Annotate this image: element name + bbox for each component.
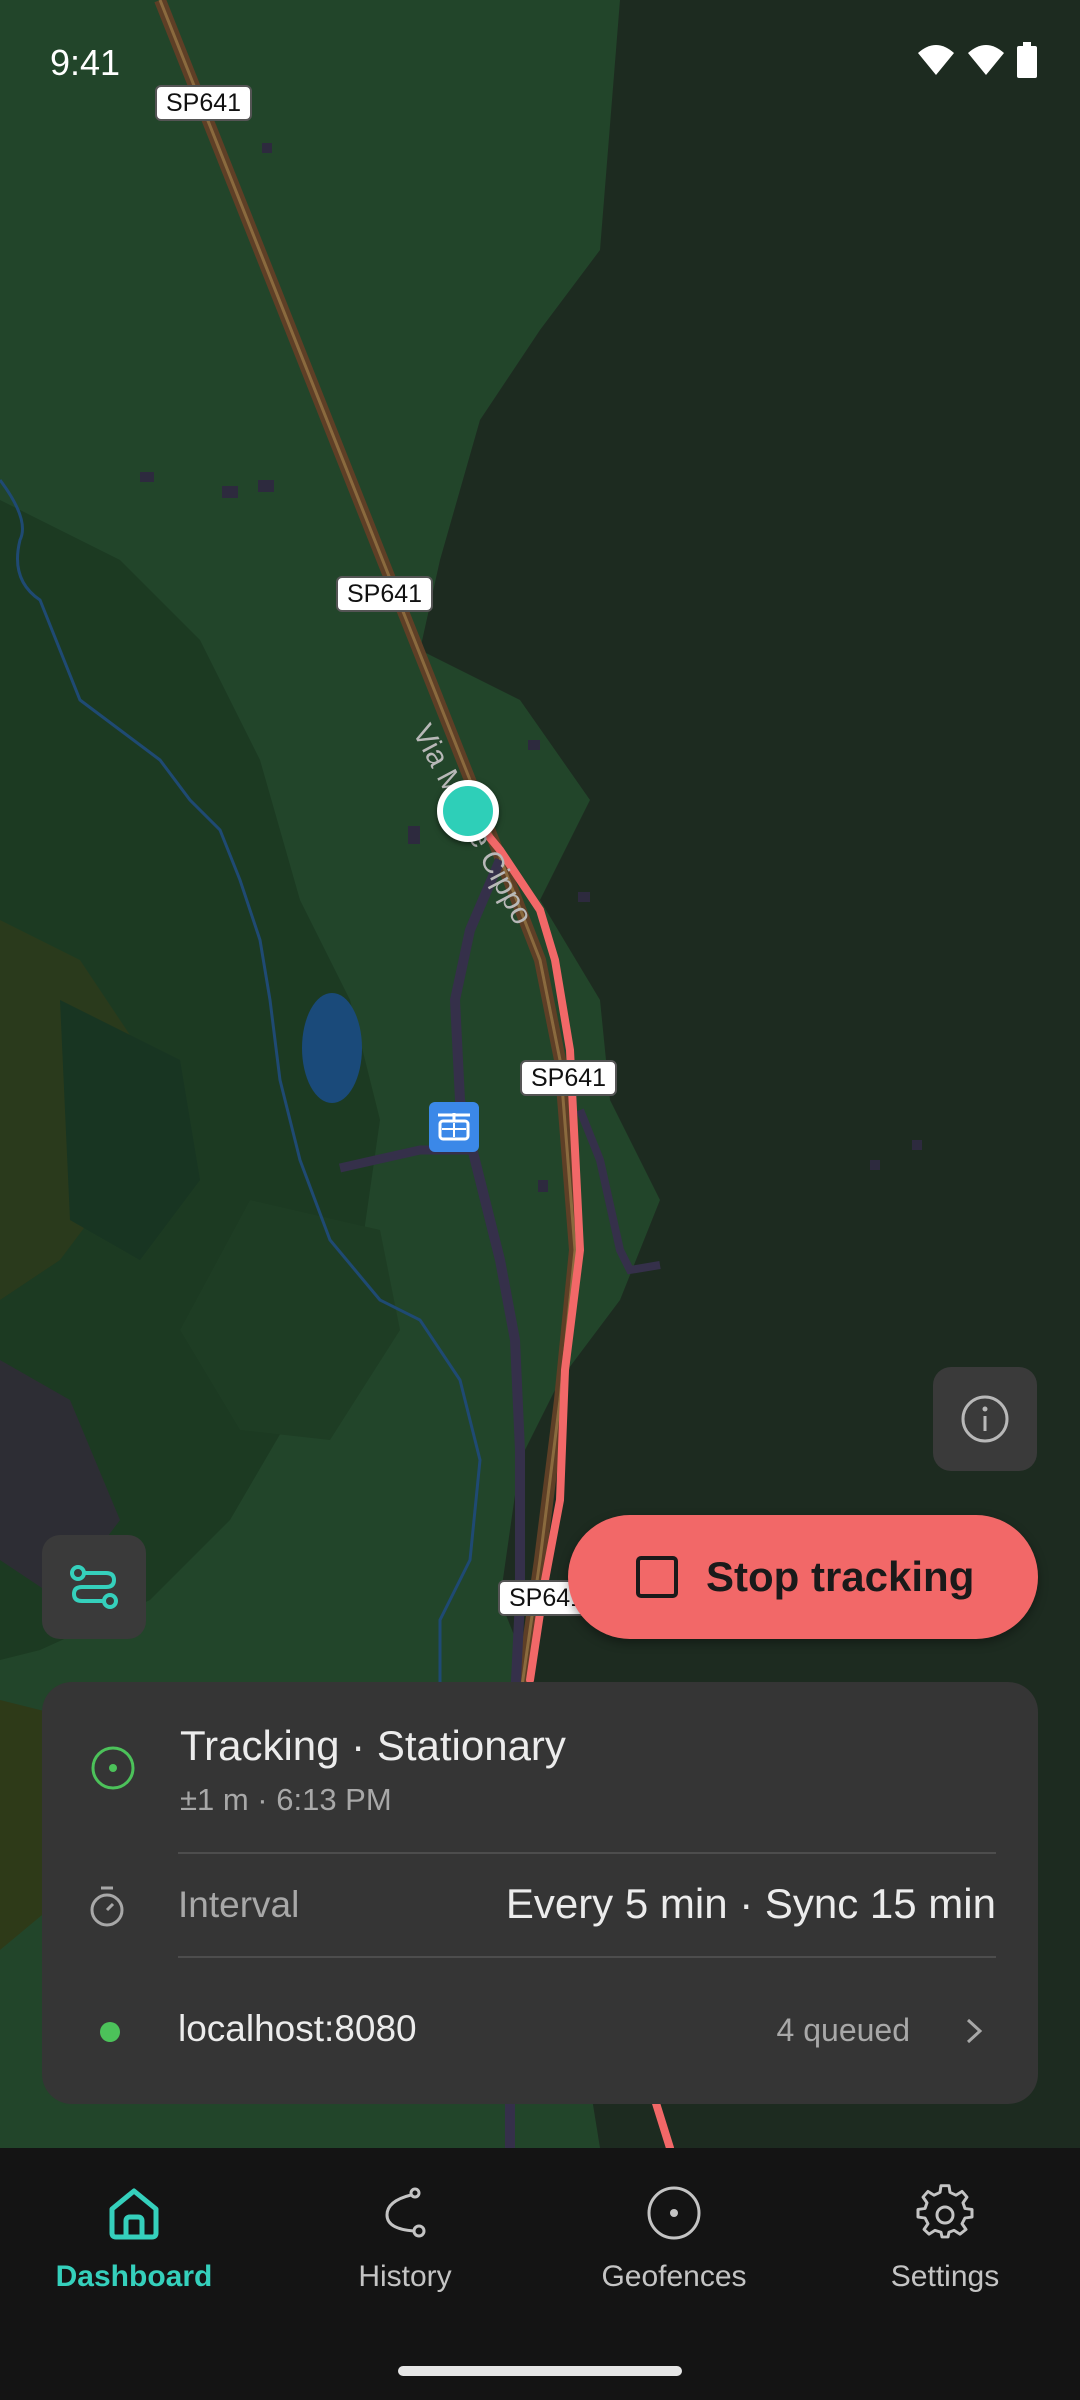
route-icon: [70, 1565, 118, 1609]
history-route-icon: [385, 2187, 426, 2238]
server-status-dot: [100, 2022, 120, 2042]
tracking-status-subtitle: ±1 m · 6:13 PM: [180, 1782, 392, 1817]
battery-icon: [1017, 42, 1037, 78]
stop-square-icon: [636, 1556, 678, 1598]
queue-count: 4 queued: [776, 2012, 910, 2048]
road-shield: SP641: [336, 576, 434, 612]
interval-label: Interval: [178, 1884, 300, 1925]
chevron-right-icon: [966, 2018, 983, 2044]
cable-car-icon[interactable]: [429, 1102, 479, 1152]
nav-geofences[interactable]: Geofences: [549, 2178, 799, 2308]
nav-label: Geofences: [601, 2260, 747, 2293]
nav-label: History: [358, 2260, 452, 2293]
current-location-marker: [437, 780, 499, 842]
status-bar: 9:41: [0, 0, 1080, 130]
map-info-button[interactable]: [933, 1367, 1037, 1471]
nav-dashboard[interactable]: Dashboard: [9, 2178, 259, 2308]
road-shield: SP641: [520, 1060, 618, 1096]
route-toggle-button[interactable]: [42, 1535, 146, 1639]
nav-history[interactable]: History: [280, 2178, 530, 2308]
wifi-icon: [968, 45, 1004, 75]
info-icon: [961, 1395, 1009, 1443]
interval-row[interactable]: Interval Every 5 min · Sync 15 min: [42, 1854, 1038, 1956]
bottom-navigation: Dashboard History Geofences Settings: [0, 2148, 1080, 2400]
server-address: localhost:8080: [178, 2008, 417, 2049]
status-time: 9:41: [50, 42, 121, 83]
wifi-icon: [918, 45, 954, 75]
timer-icon: [90, 1886, 124, 1927]
server-row[interactable]: localhost:8080 4 queued: [42, 1958, 1038, 2104]
stop-tracking-label: Stop tracking: [706, 1553, 975, 1600]
home-icon: [109, 2188, 159, 2240]
interval-value: Every 5 min · Sync 15 min: [505, 1880, 996, 1927]
tracking-status-row[interactable]: Tracking · Stationary ±1 m · 6:13 PM: [42, 1682, 1038, 1852]
nav-settings[interactable]: Settings: [820, 2178, 1070, 2308]
geofence-icon: [647, 2186, 701, 2240]
nav-label: Settings: [890, 2260, 1000, 2293]
gear-icon: [916, 2184, 974, 2239]
tracking-status-icon: [91, 1746, 135, 1790]
nav-label: Dashboard: [55, 2260, 213, 2293]
tracking-status-title: Tracking · Stationary: [180, 1722, 566, 1769]
status-icons: [916, 42, 1038, 78]
home-indicator[interactable]: [398, 2366, 682, 2376]
tracking-status-card: Tracking · Stationary ±1 m · 6:13 PM Int…: [42, 1682, 1038, 2104]
stop-tracking-button[interactable]: Stop tracking: [568, 1515, 1038, 1639]
